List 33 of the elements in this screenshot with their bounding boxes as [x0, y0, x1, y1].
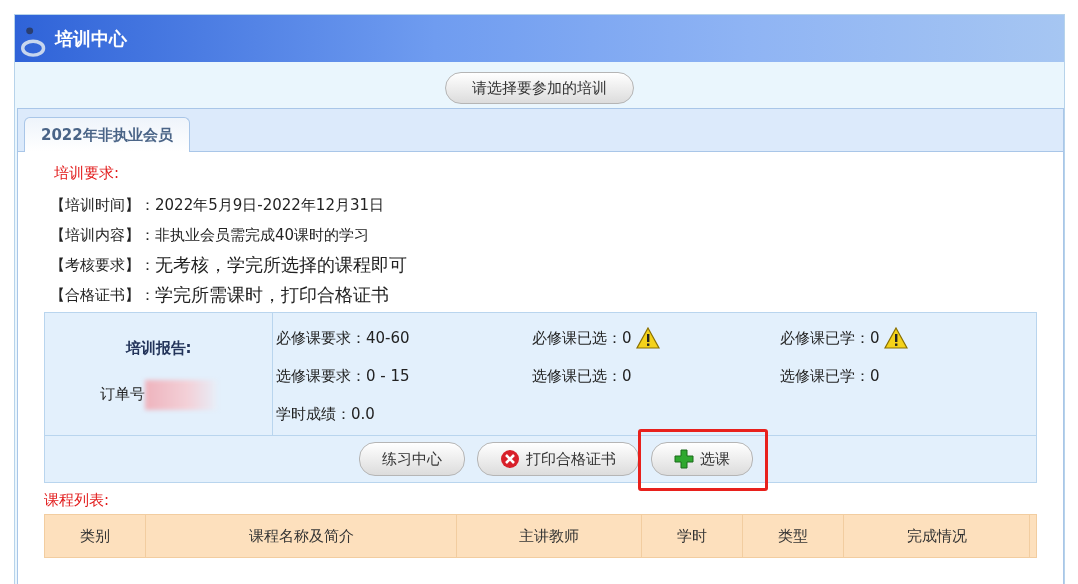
column-header: 类别 — [45, 515, 146, 557]
close-icon — [499, 449, 520, 469]
action-button[interactable]: 打印合格证书 — [476, 442, 639, 476]
column-header: 课程名称及简介 — [146, 515, 457, 557]
page-title: 培训中心 — [55, 26, 127, 51]
stat-text: 选修课已选：0 — [532, 366, 632, 386]
requirement-value: 非执业会员需完成40课时的学习 — [155, 225, 370, 245]
training-tab[interactable]: 2022年非执业会员 — [24, 117, 190, 152]
action-button[interactable]: 练习中心 — [358, 442, 465, 476]
column-header: 主讲教师 — [457, 515, 642, 557]
stat-text: 必修课已学：0 — [780, 328, 880, 348]
requirement-label: 【考核要求】： — [50, 255, 155, 275]
requirement-value: 学完所需课时，打印合格证书 — [155, 283, 389, 307]
requirement-label: 【培训时间】： — [50, 195, 155, 215]
select-training-button[interactable]: 请选择要参加的培训 — [445, 72, 634, 104]
stat-text: 必修课已选：0 — [532, 328, 632, 348]
requirement-value: 2022年5月9日-2022年12月31日 — [155, 195, 385, 215]
requirement-label: 【培训内容】： — [50, 225, 155, 245]
course-list-heading: 课程列表: — [44, 491, 111, 510]
report-title: 培训报告: — [125, 338, 192, 358]
plus-icon — [673, 449, 694, 469]
column-header: 完成情况 — [844, 515, 1030, 557]
stat-text: 必修课要求：40-60 — [276, 328, 410, 348]
requirement-value: 无考核，学完所选择的课程即可 — [155, 253, 407, 277]
stat-text: 选修课已学：0 — [780, 366, 880, 386]
order-label: 订单号 — [100, 385, 145, 404]
column-header: 学时 — [642, 515, 743, 557]
stat-text: 选修课要求：0 - 15 — [276, 366, 410, 386]
action-button[interactable]: 选课 — [650, 442, 753, 476]
requirement-label: 【合格证书】： — [50, 285, 155, 305]
stat-text: 学时成绩：0.0 — [276, 404, 375, 424]
column-header: 类型 — [743, 515, 844, 557]
requirements-heading: 培训要求: — [53, 164, 121, 183]
